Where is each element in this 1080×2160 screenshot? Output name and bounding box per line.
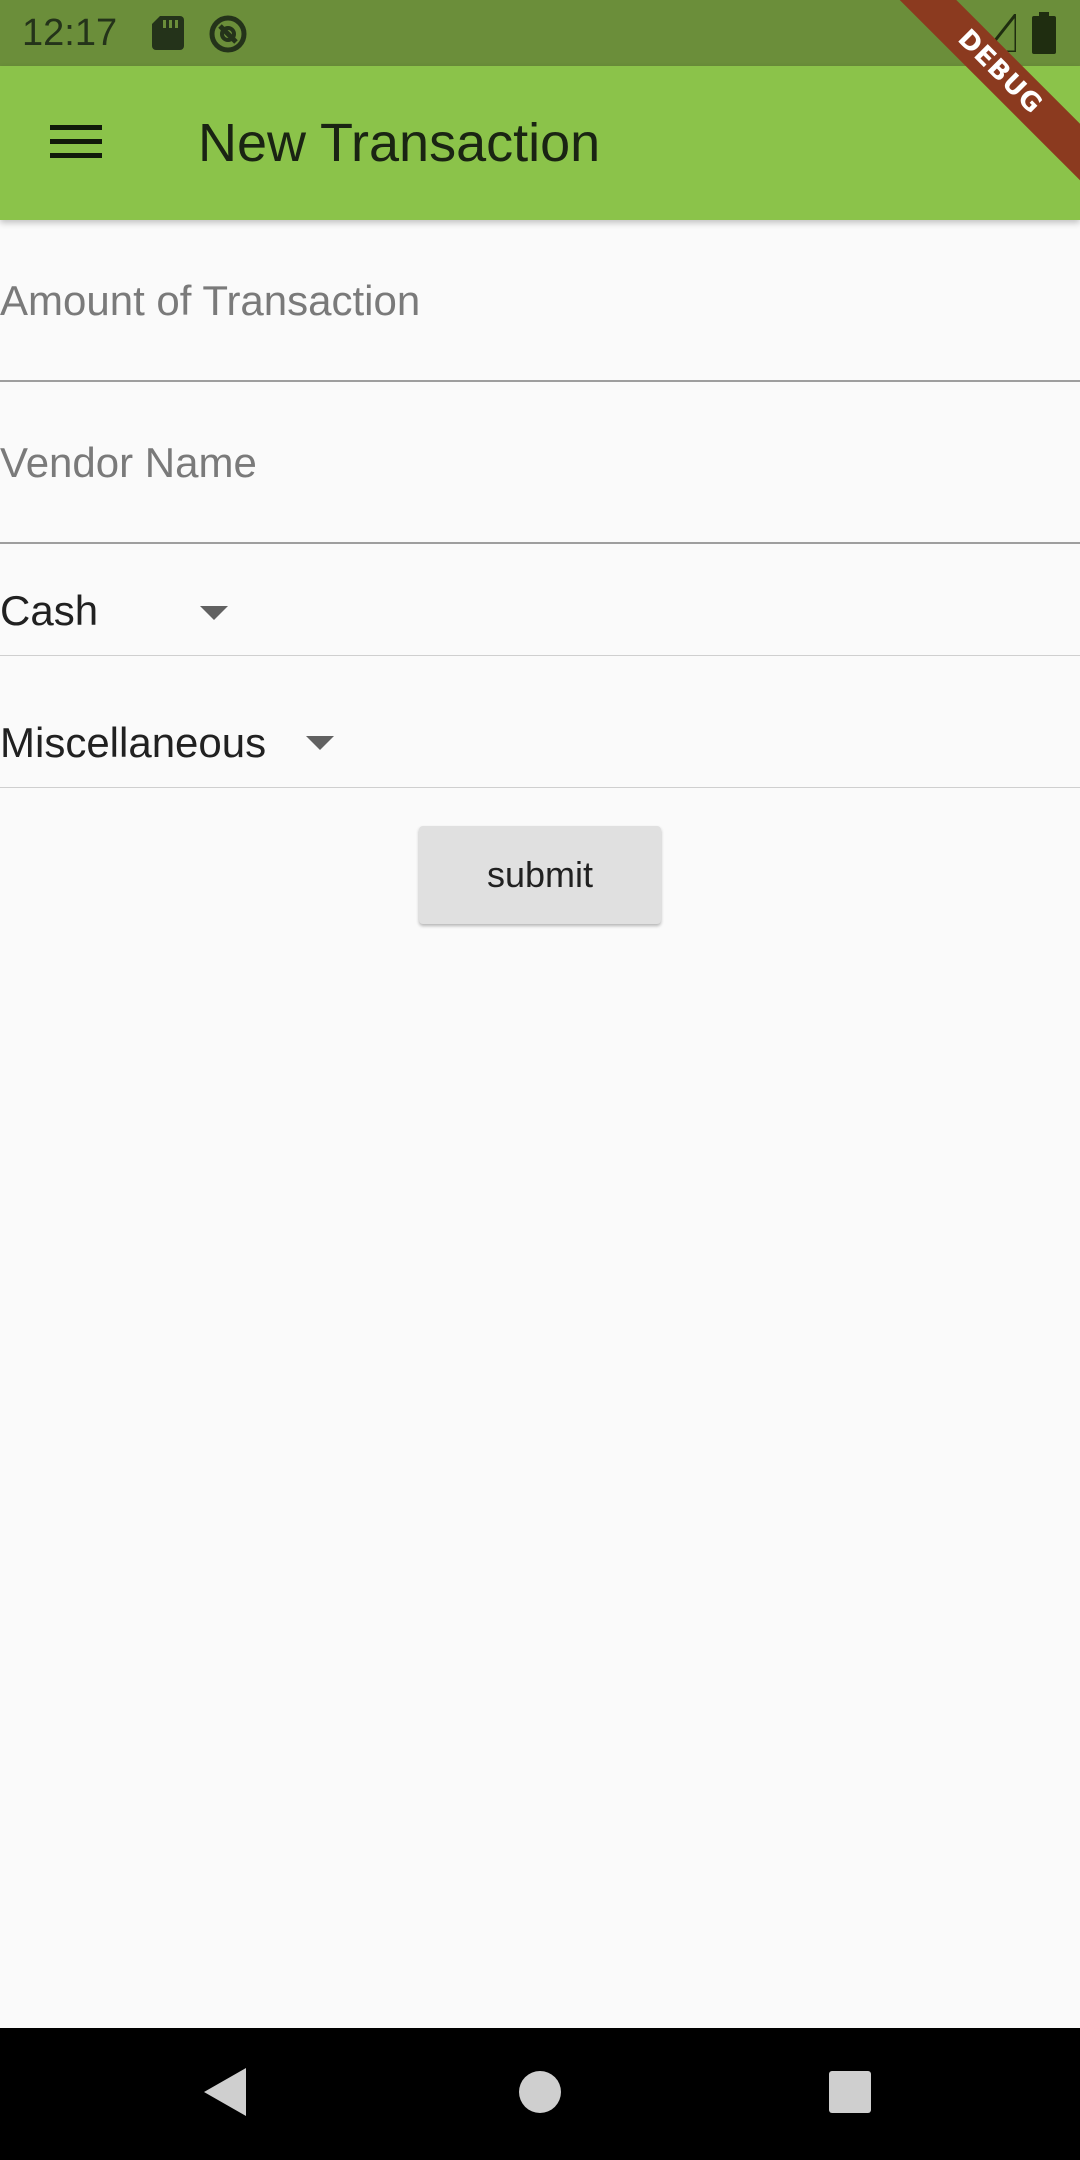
home-icon [518, 2070, 562, 2119]
category-dropdown[interactable]: Miscellaneous [0, 656, 1080, 788]
page-title: New Transaction [198, 113, 601, 173]
vendor-name-input[interactable] [0, 384, 1080, 542]
app-bar: New Transaction [0, 66, 1080, 220]
sd-card-icon [152, 16, 184, 50]
battery-icon [1032, 12, 1056, 54]
home-button[interactable] [510, 2064, 570, 2124]
back-icon [204, 2067, 248, 2121]
navigation-bar [0, 2028, 1080, 2160]
vendor-field-container [0, 384, 1080, 544]
payment-method-value: Cash [0, 587, 99, 634]
back-button[interactable] [196, 2064, 256, 2124]
dropdown-arrow-icon [306, 736, 334, 750]
amount-input[interactable] [0, 222, 1080, 380]
dropdown-arrow-icon [200, 606, 228, 620]
menu-button[interactable] [36, 106, 116, 182]
submit-button[interactable]: submit [419, 826, 661, 924]
status-time: 12:17 [22, 12, 118, 54]
screen: 12:17 New Transaction DEBUG Amount of Tr… [0, 0, 1080, 2160]
recents-button[interactable] [820, 2064, 880, 2124]
payment-method-dropdown[interactable]: Cash [0, 546, 1080, 656]
category-value: Miscellaneous [0, 719, 267, 766]
menu-icon [50, 124, 102, 164]
amount-field-container [0, 222, 1080, 382]
sync-icon [208, 14, 248, 54]
recents-icon [829, 2070, 871, 2118]
